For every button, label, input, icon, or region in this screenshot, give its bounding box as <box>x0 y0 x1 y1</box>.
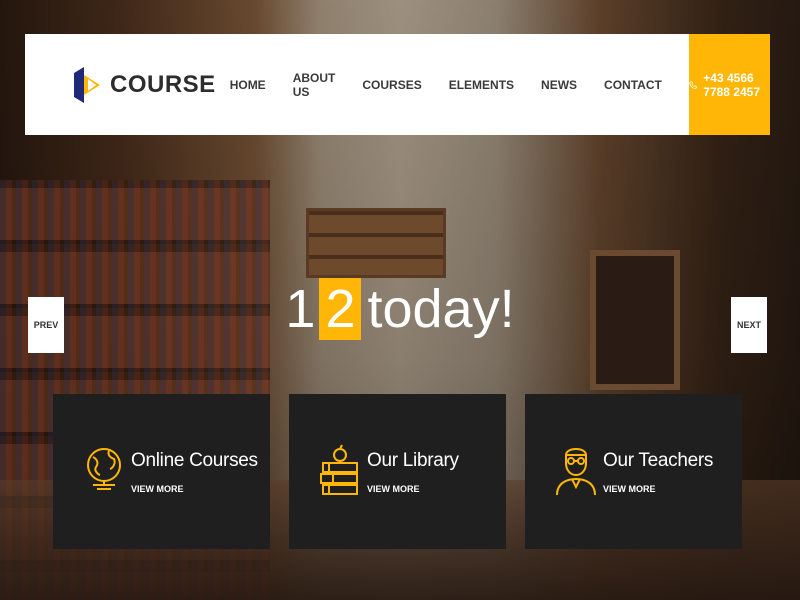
teacher-icon <box>556 447 596 495</box>
view-more-link[interactable]: VIEW MORE <box>603 484 713 494</box>
site-header: COURSE HOME ABOUT US COURSES ELEMENTS NE… <box>25 34 770 135</box>
feature-card-online-courses[interactable]: Online Courses VIEW MORE <box>53 394 270 549</box>
card-title: Our Teachers <box>603 449 714 471</box>
books-icon <box>320 444 358 495</box>
hero-number-1: 1 <box>285 279 316 339</box>
logo-icon <box>74 66 100 103</box>
nav-item-home[interactable]: HOME <box>230 78 266 92</box>
phone-box[interactable]: +43 4566 7788 2457 <box>688 34 770 135</box>
view-more-link[interactable]: VIEW MORE <box>367 484 459 494</box>
nav-item-contact[interactable]: CONTACT <box>604 78 662 92</box>
hero-title: 1 2 today! <box>0 278 800 340</box>
next-button[interactable]: NEXT <box>731 297 767 353</box>
feature-card-our-teachers[interactable]: Our Teachers VIEW MORE <box>525 394 742 549</box>
logo[interactable]: COURSE <box>25 34 216 135</box>
phone-number: +43 4566 7788 2457 <box>703 70 761 99</box>
view-more-link[interactable]: VIEW MORE <box>131 484 258 494</box>
hero-number-2: 2 <box>319 278 362 340</box>
bookshelf-center <box>306 208 446 278</box>
nav-item-courses[interactable]: COURSES <box>362 78 421 92</box>
phone-icon <box>689 80 698 89</box>
nav-item-elements[interactable]: ELEMENTS <box>449 78 514 92</box>
feature-card-our-library[interactable]: Our Library VIEW MORE <box>289 394 506 549</box>
hero-text: today! <box>367 279 515 339</box>
logo-text: COURSE <box>110 70 216 98</box>
nav-item-news[interactable]: NEWS <box>541 78 577 92</box>
prev-button[interactable]: PREV <box>28 297 64 353</box>
nav-item-about-us[interactable]: ABOUT US <box>293 71 336 99</box>
globe-icon <box>87 447 121 490</box>
card-title: Our Library <box>367 449 459 471</box>
card-title: Online Courses <box>131 449 258 471</box>
main-nav: HOME ABOUT US COURSES ELEMENTS NEWS CONT… <box>216 34 689 135</box>
